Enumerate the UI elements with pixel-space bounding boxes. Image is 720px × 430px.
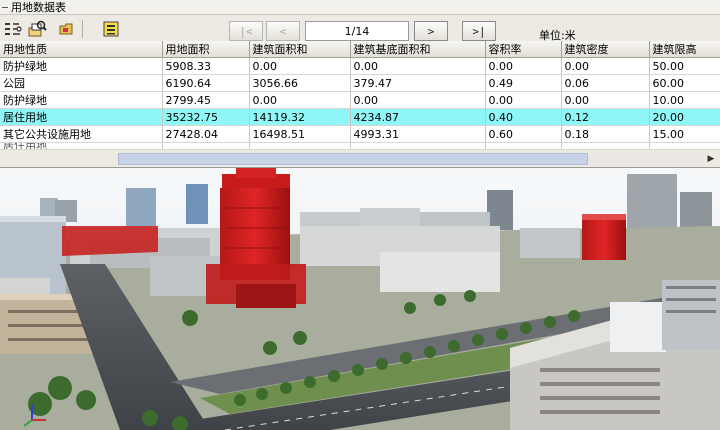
- highlight-building-right[interactable]: [582, 214, 626, 260]
- table-row-selected[interactable]: 居住用地 35232.75 14119.32 4234.87 0.40 0.12 20.00: [0, 108, 720, 126]
- table-cell: 居住用地: [0, 142, 163, 150]
- table-row-partial[interactable]: 居住用地: [0, 142, 720, 150]
- export-icon[interactable]: [100, 19, 122, 39]
- table-cell: 379.47: [350, 74, 486, 92]
- table-row[interactable]: 公园 6190.64 3056.66 379.47 0.49 0.06 60.00: [0, 74, 720, 92]
- table-cell: 防护绿地: [0, 91, 163, 109]
- table-cell: 0.49: [485, 74, 562, 92]
- table-cell: 60.00: [649, 74, 720, 92]
- collapse-dash-icon[interactable]: [2, 6, 8, 8]
- table-row[interactable]: 防护绿地 2799.45 0.00 0.00 0.00 0.00 10.00: [0, 91, 720, 109]
- table-row[interactable]: 其它公共设施用地 27428.04 16498.51 4993.31 0.60 0.18 1…: [0, 125, 720, 143]
- table-cell: 0.00: [249, 91, 351, 109]
- land-data-table: 用地性质 用地面积 建筑面积和 建筑基底面积和 容积率 建筑密度 建筑限高 防护…: [0, 41, 720, 150]
- last-page-button[interactable]: >|: [462, 21, 496, 41]
- table-cell: 0.00: [485, 91, 562, 109]
- table-cell: 3056.66: [249, 74, 351, 92]
- table-cell: 10.00: [649, 91, 720, 109]
- table-cell: 0.00: [350, 57, 486, 75]
- folder-icon[interactable]: [56, 19, 78, 39]
- column-header[interactable]: 容积率: [485, 41, 562, 58]
- table-cell: 居住用地: [0, 108, 163, 126]
- table-cell: [249, 142, 351, 150]
- table-cell: 0.40: [485, 108, 562, 126]
- table-cell: 0.00: [561, 91, 650, 109]
- table-cell: 16498.51: [249, 125, 351, 143]
- column-header[interactable]: 建筑密度: [561, 41, 650, 58]
- table-cell: [649, 142, 720, 150]
- table-cell: 50.00: [649, 57, 720, 75]
- panel-titlebar: 用地数据表: [0, 0, 720, 15]
- table-cell: 2799.45: [162, 91, 250, 109]
- table-cell: 防护绿地: [0, 57, 163, 75]
- column-header[interactable]: 用地性质: [0, 41, 163, 58]
- panel-title: 用地数据表: [11, 1, 66, 14]
- table-cell: 公园: [0, 74, 163, 92]
- toolbar: |< < 1/14 > >| 单位:米: [0, 17, 720, 42]
- column-header[interactable]: 建筑基底面积和: [350, 41, 486, 58]
- table-cell: 0.00: [350, 91, 486, 109]
- horizontal-scrollbar[interactable]: ▶: [0, 152, 720, 166]
- zoom-layer-icon[interactable]: [26, 19, 48, 39]
- toolbar-separator: [82, 20, 83, 38]
- table-cell: 0.00: [249, 57, 351, 75]
- table-cell: 15.00: [649, 125, 720, 143]
- table-cell: 0.00: [561, 57, 650, 75]
- table-cell: 0.12: [561, 108, 650, 126]
- table-header-row: 用地性质 用地面积 建筑面积和 建筑基底面积和 容积率 建筑密度 建筑限高: [0, 41, 720, 58]
- table-cell: 14119.32: [249, 108, 351, 126]
- table-cell: 35232.75: [162, 108, 250, 126]
- page-indicator[interactable]: 1/14: [305, 21, 409, 41]
- column-header[interactable]: 建筑面积和: [249, 41, 351, 58]
- table-cell: [561, 142, 650, 150]
- scroll-right-icon[interactable]: ▶: [704, 153, 718, 165]
- table-cell: 0.06: [561, 74, 650, 92]
- table-cell: 5908.33: [162, 57, 250, 75]
- table-cell: 4993.31: [350, 125, 486, 143]
- table-settings-icon[interactable]: [2, 19, 24, 39]
- table-cell: [485, 142, 562, 150]
- table-cell: 0.18: [561, 125, 650, 143]
- next-page-button[interactable]: >: [414, 21, 448, 41]
- table-row[interactable]: 防护绿地 5908.33 0.00 0.00 0.00 0.00 50.00: [0, 57, 720, 75]
- table-cell: 0.60: [485, 125, 562, 143]
- city-3d-view[interactable]: [0, 168, 720, 430]
- column-header[interactable]: 建筑限高: [649, 41, 720, 58]
- column-header[interactable]: 用地面积: [162, 41, 250, 58]
- city-scene-canvas[interactable]: [0, 168, 720, 430]
- table-cell: 其它公共设施用地: [0, 125, 163, 143]
- table-cell: 27428.04: [162, 125, 250, 143]
- table-cell: 4234.87: [350, 108, 486, 126]
- red-zone-block-left: [62, 226, 158, 256]
- scrollbar-thumb[interactable]: [118, 153, 588, 165]
- first-page-button[interactable]: |<: [229, 21, 263, 41]
- table-cell: [350, 142, 486, 150]
- prev-page-button[interactable]: <: [266, 21, 300, 41]
- table-cell: 0.00: [485, 57, 562, 75]
- table-cell: 6190.64: [162, 74, 250, 92]
- table-cell: [162, 142, 250, 150]
- table-cell: 20.00: [649, 108, 720, 126]
- land-data-panel: 用地数据表 |< < 1/14 > >| 单位:米 用地性质 用地面积 建筑面积…: [0, 0, 720, 168]
